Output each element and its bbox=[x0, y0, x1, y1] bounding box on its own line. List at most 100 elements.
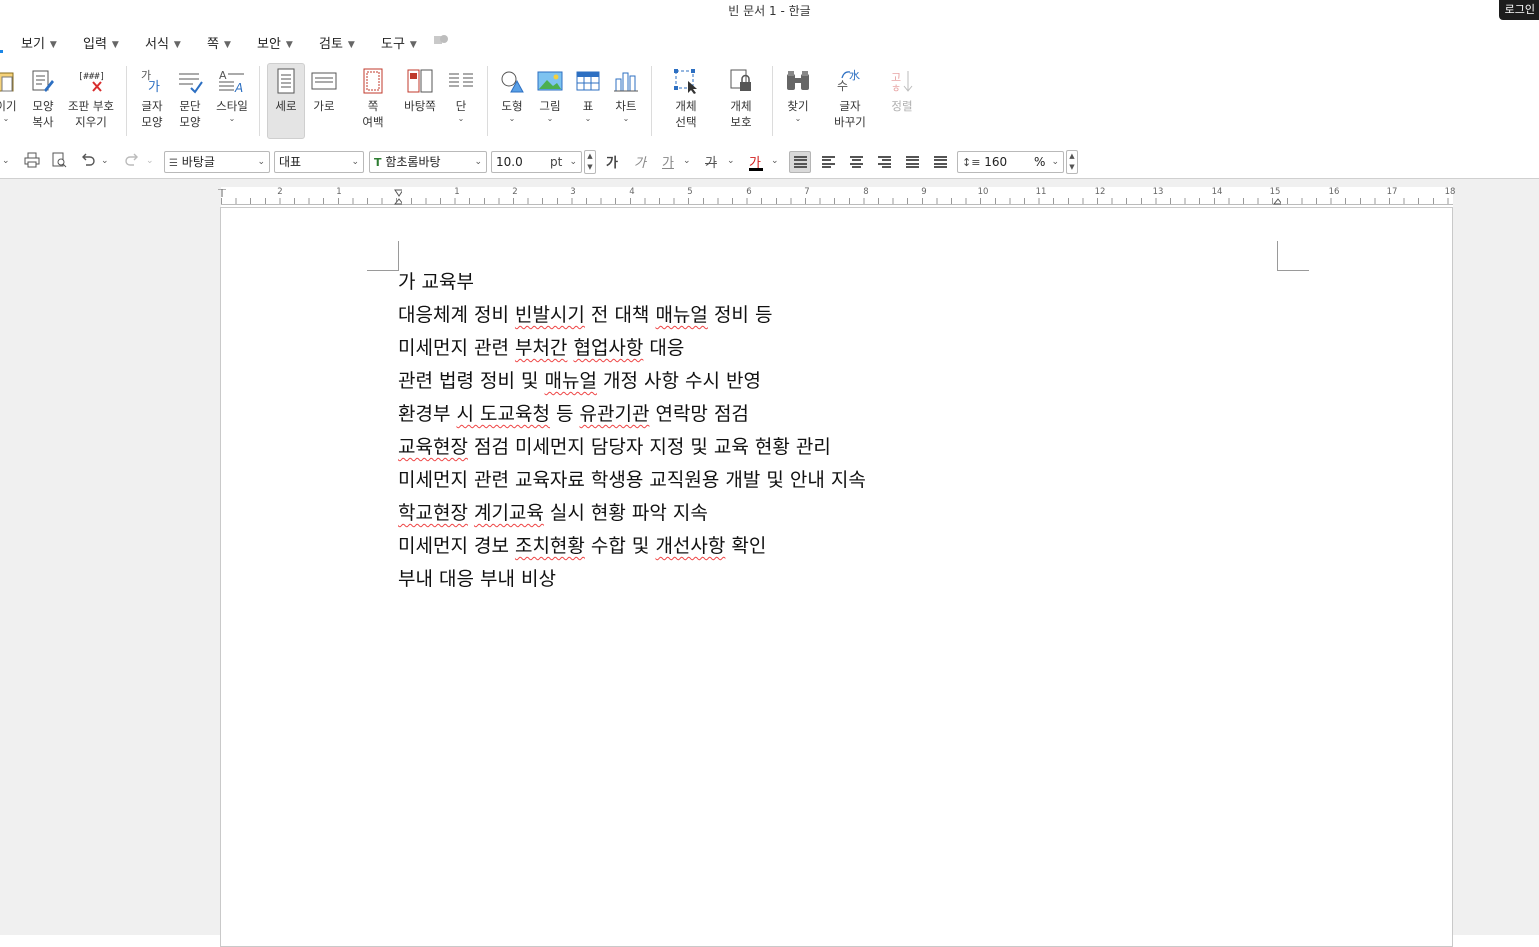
left-align-button[interactable] bbox=[817, 151, 839, 173]
strike-dropdown-icon[interactable]: ⌄ bbox=[727, 156, 735, 166]
font-select[interactable]: T 함초롬바탕 ⌄ bbox=[369, 151, 487, 173]
format-toolbar: ⌄ ⌄ ⌄ ☰ 바탕글 ⌄ 대표 ⌄ T 함초롬바탕 ⌄ 10.0 pt ⌄ ▲… bbox=[0, 148, 1539, 176]
text-line: 미세먼지 경보 조치현황 수합 및 개선사항 확인 bbox=[398, 535, 767, 557]
font-size-spinner[interactable]: ▲ ▼ bbox=[584, 150, 596, 174]
char-shape-button[interactable]: 가가 글자 모양 bbox=[137, 64, 167, 130]
replace-button[interactable]: 수水 글자 바꾸기 bbox=[830, 64, 870, 130]
underline-dropdown-icon[interactable]: ⌄ bbox=[683, 156, 691, 166]
page-margin-button[interactable]: 쪽 여백 bbox=[355, 64, 391, 130]
partial-ribbon-button[interactable]: 이기 ⌄ bbox=[0, 64, 18, 124]
redo-icon[interactable] bbox=[124, 152, 140, 172]
undo-icon[interactable] bbox=[80, 152, 96, 172]
clear-mark-button[interactable]: [###] 조판 부호 지우기 bbox=[64, 64, 118, 130]
horizontal-orientation-button[interactable]: 가로 bbox=[309, 64, 339, 114]
right-align-button[interactable] bbox=[873, 151, 895, 173]
text-color-dropdown-icon[interactable]: ⌄ bbox=[771, 156, 779, 166]
align-right-icon bbox=[877, 156, 891, 168]
text-line: 학교현장 계기교육 실시 현황 파악 지속 bbox=[398, 502, 708, 524]
strike-button[interactable]: 가 bbox=[705, 152, 717, 171]
margin-guide-top-left bbox=[367, 241, 399, 271]
underline-button[interactable]: 가 bbox=[662, 152, 674, 171]
para-shape-button[interactable]: 문단 모양 bbox=[175, 64, 205, 130]
menu-insert[interactable]: 입력 ▼ bbox=[83, 33, 119, 52]
text-line: 미세먼지 관련 교육자료 학생용 교직원용 개발 및 안내 지속 bbox=[398, 469, 866, 491]
char-shape-icon: 가가 bbox=[137, 64, 167, 98]
paragraph-style-icon: ☰ bbox=[169, 158, 178, 169]
horizontal-ruler[interactable]: 2 1 1 2 3 4 5 6 7 8 9 10 11 12 13 14 15 … bbox=[218, 187, 1455, 207]
undo-dropdown-icon[interactable]: ⌄ bbox=[101, 156, 109, 166]
chevron-down-icon: ▼ bbox=[223, 40, 231, 50]
align-split-icon bbox=[933, 156, 947, 168]
chevron-down-icon: ▼ bbox=[111, 40, 119, 50]
distribute-align-button[interactable] bbox=[901, 151, 923, 173]
paste-icon bbox=[0, 64, 21, 98]
document-body[interactable]: 가 교육부 대응체계 정비 빈발시기 전 대책 매뉴얼 정비 등 미세먼지 관련… bbox=[398, 266, 866, 596]
color-swatch bbox=[749, 168, 763, 171]
chevron-down-icon: ▼ bbox=[285, 40, 293, 50]
sort-button[interactable]: 고ㅎ 정렬 bbox=[887, 64, 917, 114]
indent-marker-icon[interactable] bbox=[394, 189, 402, 205]
page-margin-icon bbox=[358, 64, 388, 98]
right-indent-marker-icon[interactable] bbox=[1273, 189, 1281, 205]
page-bg-button[interactable]: 바탕쪽 bbox=[401, 64, 439, 114]
align-distribute-icon bbox=[905, 156, 919, 168]
justify-align-button[interactable] bbox=[789, 151, 811, 173]
text-color-button[interactable]: 가 bbox=[749, 152, 763, 171]
text-line: 환경부 시 도교육청 등 유관기관 연락망 점검 bbox=[398, 403, 749, 425]
style-button[interactable]: AA 스타일 ⌄ bbox=[214, 64, 250, 124]
picture-button[interactable]: 그림 ⌄ bbox=[535, 64, 565, 124]
split-align-button[interactable] bbox=[929, 151, 951, 173]
chevron-down-icon: ▼ bbox=[409, 40, 417, 50]
chevron-down-icon[interactable]: ⌄ bbox=[2, 156, 10, 166]
font-size-input[interactable]: 10.0 pt ⌄ bbox=[491, 151, 582, 173]
menu-page[interactable]: 쪽 ▼ bbox=[207, 33, 231, 52]
page-bg-icon bbox=[405, 64, 435, 98]
chevron-down-icon: ⌄ bbox=[257, 157, 265, 167]
svg-text:水: 水 bbox=[849, 69, 860, 82]
document-page[interactable]: 가 교육부 대응체계 정비 빈발시기 전 대책 매뉴얼 정비 등 미세먼지 관련… bbox=[220, 207, 1453, 947]
redo-dropdown-icon[interactable]: ⌄ bbox=[146, 156, 154, 166]
svg-text:[###]: [###] bbox=[78, 72, 105, 82]
line-spacing-spinner[interactable]: ▲ ▼ bbox=[1066, 150, 1078, 174]
binoculars-icon bbox=[783, 64, 813, 98]
svg-text:수: 수 bbox=[837, 79, 848, 93]
style-select[interactable]: ☰ 바탕글 ⌄ bbox=[164, 151, 270, 173]
column-button[interactable]: 단 ⌄ bbox=[446, 64, 476, 124]
text-line: 미세먼지 관련 부처간 협업사항 대응 bbox=[398, 337, 685, 359]
object-protect-button[interactable]: 개체 보호 bbox=[722, 64, 760, 130]
line-spacing-icon: ↕≡ bbox=[962, 156, 981, 169]
object-select-button[interactable]: 개체 선택 bbox=[668, 64, 704, 130]
menu-security[interactable]: 보안 ▼ bbox=[257, 33, 293, 52]
table-button[interactable]: 표 ⌄ bbox=[573, 64, 603, 124]
ribbon: 이기 ⌄ 모양 복사 [###] 조판 부호 지우기 가가 글자 모양 문단 모… bbox=[0, 58, 1539, 146]
menu-format[interactable]: 서식 ▼ bbox=[145, 33, 181, 52]
print-preview-icon[interactable] bbox=[51, 152, 67, 172]
login-button[interactable]: 로그인 bbox=[1498, 0, 1539, 20]
svg-text:A: A bbox=[219, 69, 227, 82]
landscape-page-icon bbox=[309, 64, 339, 98]
chart-button[interactable]: 차트 ⌄ bbox=[611, 64, 641, 124]
chevron-down-icon: ▼ bbox=[347, 40, 355, 50]
shape-copy-button[interactable]: 모양 복사 bbox=[28, 64, 58, 130]
ruler-tab-marker-icon[interactable] bbox=[218, 189, 226, 205]
customize-icon[interactable] bbox=[433, 33, 449, 51]
print-icon[interactable] bbox=[24, 152, 40, 172]
align-justify-icon bbox=[793, 156, 807, 168]
shape-button[interactable]: 도형 ⌄ bbox=[497, 64, 527, 124]
vertical-orientation-button[interactable]: 세로 bbox=[267, 63, 305, 139]
language-select[interactable]: 대표 ⌄ bbox=[274, 151, 364, 173]
italic-button[interactable]: 가 bbox=[634, 152, 646, 171]
menu-tools[interactable]: 도구 ▼ bbox=[381, 33, 417, 52]
menu-accent bbox=[0, 50, 3, 53]
chevron-down-icon: ⌄ bbox=[569, 157, 577, 167]
bold-button[interactable]: 가 bbox=[606, 152, 618, 171]
find-button[interactable]: 찾기 ⌄ bbox=[783, 64, 813, 124]
sort-icon: 고ㅎ bbox=[887, 64, 917, 98]
menu-view[interactable]: 보기 ▼ bbox=[21, 33, 57, 52]
align-center-icon bbox=[849, 156, 863, 168]
center-align-button[interactable] bbox=[845, 151, 867, 173]
menu-review[interactable]: 검토 ▼ bbox=[319, 33, 355, 52]
chevron-down-icon: ⌄ bbox=[1051, 157, 1059, 167]
line-spacing-input[interactable]: ↕≡ 160 % ⌄ bbox=[957, 151, 1064, 173]
text-line: 교육현장 점검 미세먼지 담당자 지정 및 교육 현황 관리 bbox=[398, 436, 831, 458]
